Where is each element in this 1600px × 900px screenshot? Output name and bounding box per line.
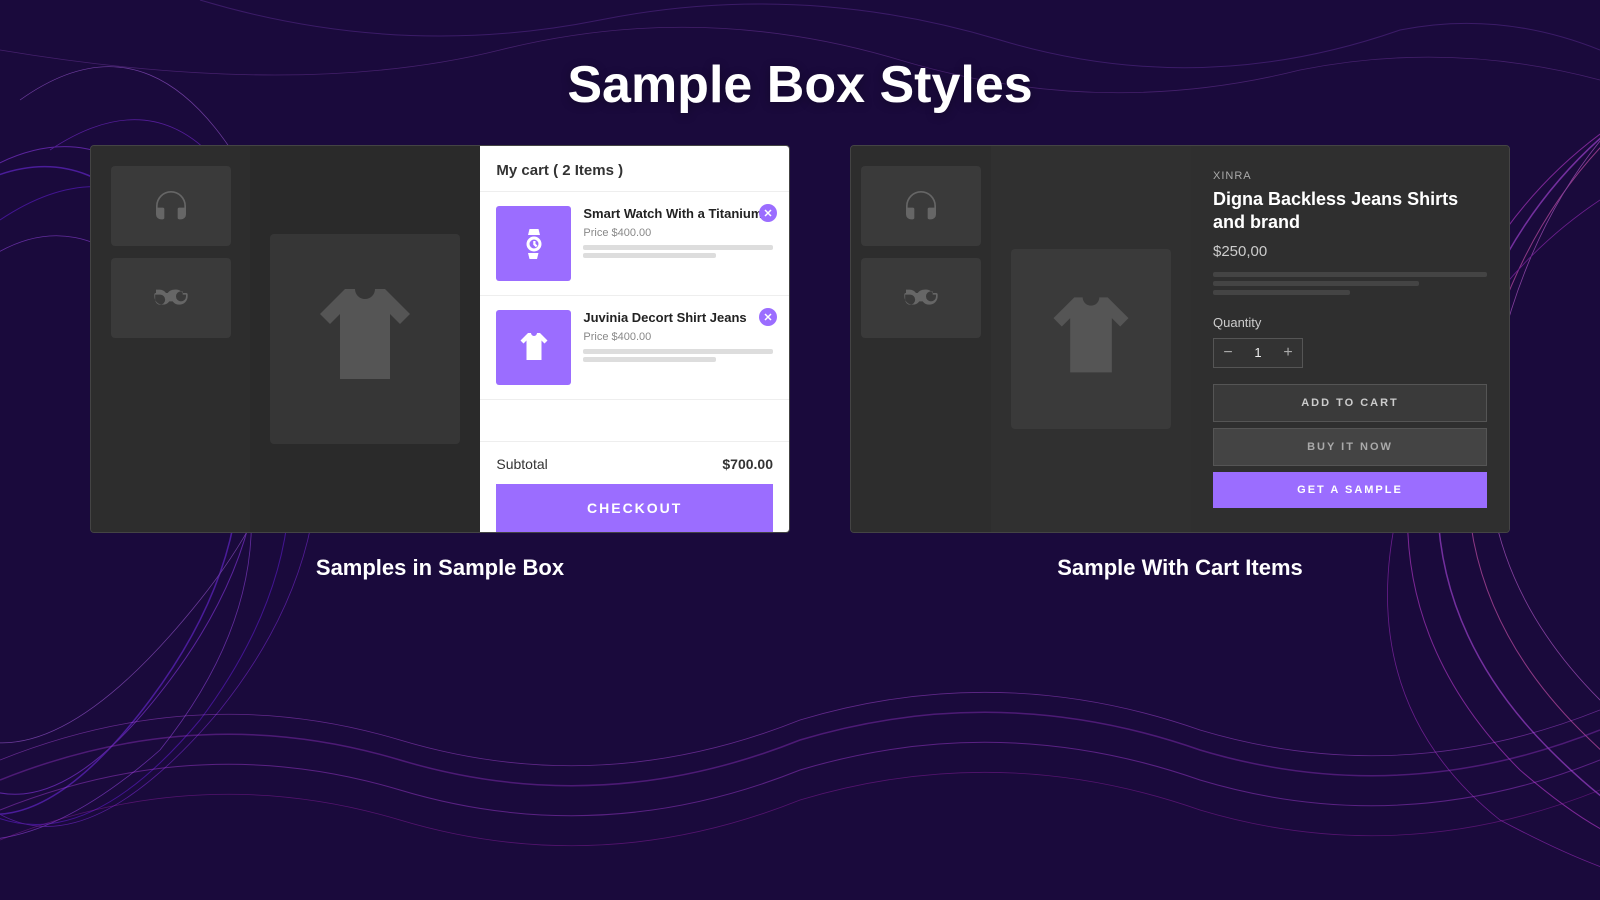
right-main-product-image <box>1011 249 1171 429</box>
watch-icon <box>516 226 552 262</box>
left-box-cart: My cart ( 2 Items ) Smart Watch With a T… <box>90 145 790 533</box>
cart-item: Juvinia Decort Shirt Jeans Price $400.00 <box>480 296 789 400</box>
cart-item-1-remove-button[interactable] <box>759 204 777 222</box>
right-main-product-area <box>991 146 1191 532</box>
left-bottom-label: Samples in Sample Box <box>90 555 790 581</box>
quantity-label: Quantity <box>1213 315 1487 330</box>
bottom-labels: Samples in Sample Box Sample With Cart I… <box>0 533 1600 581</box>
sidebar-glasses-icon-box <box>111 258 231 338</box>
cart-panel: My cart ( 2 Items ) Smart Watch With a T… <box>480 146 789 532</box>
quantity-decrease-button[interactable]: − <box>1214 339 1242 367</box>
product-name: Digna Backless Jeans Shirts and brand <box>1213 188 1487 235</box>
cart-item-1-info: Smart Watch With a Titanium Price $400.0… <box>583 206 773 261</box>
cart-item-2-lines <box>583 349 773 362</box>
quantity-value: 1 <box>1242 345 1274 360</box>
cart-item-2-thumbnail <box>496 310 571 385</box>
cart-title: My cart ( 2 Items ) <box>480 146 789 192</box>
quantity-control: − 1 + <box>1213 338 1303 368</box>
close-icon <box>763 208 773 218</box>
close-icon <box>763 312 773 322</box>
cart-footer: Subtotal $700.00 CHECKOUT <box>480 441 789 532</box>
right-sidebar <box>851 146 991 532</box>
product-brand: XINRA <box>1213 170 1487 182</box>
right-headphones-icon <box>901 186 941 226</box>
right-sidebar-headphones-icon-box <box>861 166 981 246</box>
page-title: Sample Box Styles <box>0 0 1600 145</box>
main-product-image <box>270 234 460 444</box>
shirt-icon <box>516 330 552 366</box>
cart-items-list: Smart Watch With a Titanium Price $400.0… <box>480 192 789 441</box>
product-description-placeholder <box>1213 272 1487 299</box>
subtotal-label: Subtotal <box>496 456 547 472</box>
right-glasses-icon <box>901 278 941 318</box>
checkout-button[interactable]: CHECKOUT <box>496 484 773 532</box>
tshirt-icon-large <box>305 279 425 399</box>
quantity-increase-button[interactable]: + <box>1274 339 1302 367</box>
cart-item-2-remove-button[interactable] <box>759 308 777 326</box>
left-main-product-area <box>250 146 480 532</box>
cart-item-1-lines <box>583 245 773 258</box>
boxes-container: My cart ( 2 Items ) Smart Watch With a T… <box>0 145 1600 533</box>
get-sample-button[interactable]: GET A SAMPLE <box>1213 472 1487 508</box>
cart-item-2-info: Juvinia Decort Shirt Jeans Price $400.00 <box>583 310 773 365</box>
subtotal-row: Subtotal $700.00 <box>496 456 773 472</box>
cart-item: Smart Watch With a Titanium Price $400.0… <box>480 192 789 296</box>
cart-item-2-price-label: Price $400.00 <box>583 331 773 343</box>
cart-item-1-thumbnail <box>496 206 571 281</box>
sidebar-headphones-icon-box <box>111 166 231 246</box>
right-box-product: XINRA Digna Backless Jeans Shirts and br… <box>850 145 1510 533</box>
cart-item-1-price-label: Price $400.00 <box>583 227 773 239</box>
right-sidebar-glasses-icon-box <box>861 258 981 338</box>
right-tshirt-icon <box>1041 289 1141 389</box>
buy-now-button[interactable]: BUY IT NOW <box>1213 428 1487 466</box>
headphones-icon <box>151 186 191 226</box>
subtotal-amount: $700.00 <box>722 456 773 472</box>
add-to-cart-button[interactable]: ADD TO CART <box>1213 384 1487 422</box>
cart-item-2-name: Juvinia Decort Shirt Jeans <box>583 310 773 327</box>
left-sidebar <box>91 146 250 532</box>
cart-item-1-name: Smart Watch With a Titanium <box>583 206 773 223</box>
product-price: $250,00 <box>1213 243 1487 260</box>
product-detail-panel: XINRA Digna Backless Jeans Shirts and br… <box>1191 146 1509 532</box>
glasses-icon <box>151 278 191 318</box>
right-bottom-label: Sample With Cart Items <box>850 555 1510 581</box>
